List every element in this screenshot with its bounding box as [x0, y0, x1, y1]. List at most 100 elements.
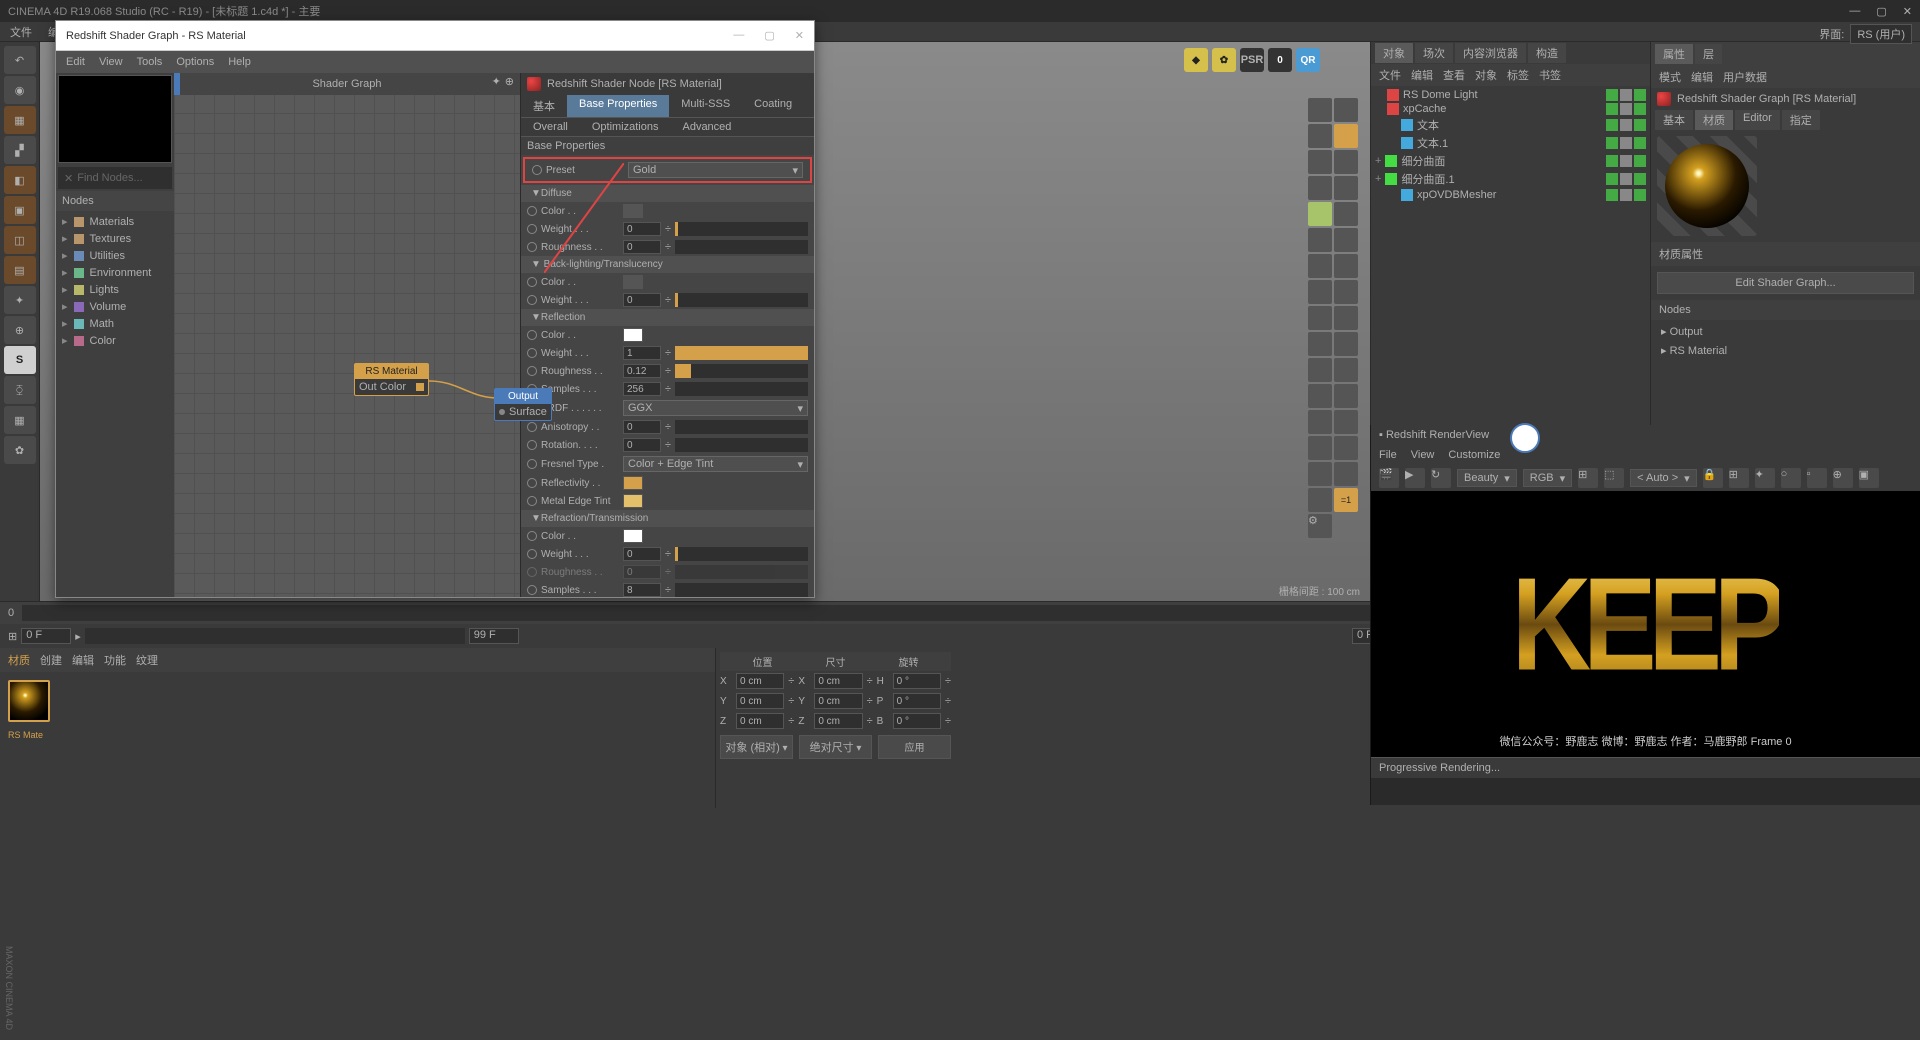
object-tree-item[interactable]: +细分曲面 — [1375, 152, 1646, 170]
object-tree-item[interactable]: 文本.1 — [1375, 134, 1646, 152]
vp-icon-2[interactable]: ✿ — [1212, 48, 1236, 72]
edge-tool[interactable]: ◫ — [4, 226, 36, 254]
minimize-icon[interactable]: — — [733, 29, 744, 42]
attr-menu-edit[interactable]: 编辑 — [1691, 69, 1713, 85]
paint-tool[interactable]: ✿ — [4, 436, 36, 464]
mesh-tool[interactable]: ◧ — [4, 166, 36, 194]
magnet-tool[interactable]: ⧲ — [4, 376, 36, 404]
vp-icon-1[interactable]: ◆ — [1184, 48, 1208, 72]
node-category[interactable]: ▸Lights — [62, 281, 168, 298]
shader-menu-view[interactable]: View — [99, 56, 123, 68]
ptab-basic[interactable]: 基本 — [521, 95, 567, 117]
layout-dropdown[interactable]: RS (用户) — [1850, 24, 1912, 44]
tab-takes[interactable]: 场次 — [1415, 43, 1453, 63]
node-category[interactable]: ▸Utilities — [62, 247, 168, 264]
ptab-multi-sss[interactable]: Multi-SSS — [669, 95, 742, 117]
obj-menu-obj[interactable]: 对象 — [1475, 67, 1497, 83]
node-category[interactable]: ▸Materials — [62, 213, 168, 230]
tab-layers[interactable]: 层 — [1695, 44, 1722, 64]
render-viewport[interactable]: KEEP 微信公众号：野鹿志 微博：野鹿志 作者：马鹿野郎 Frame 0 — [1371, 491, 1920, 757]
shader-menu-tools[interactable]: Tools — [137, 56, 163, 68]
node-rs-material[interactable]: RS Material Out Color — [354, 363, 429, 396]
maximize-icon[interactable]: ▢ — [1876, 5, 1886, 18]
diffuse-color[interactable] — [623, 204, 643, 218]
attr-tab-assign[interactable]: 指定 — [1782, 110, 1820, 130]
tab-attributes[interactable]: 属性 — [1655, 44, 1693, 64]
preset-dropdown[interactable]: Gold▾ — [628, 162, 803, 178]
coord-mode-dropdown[interactable]: 对象 (相对) ▾ — [720, 735, 793, 759]
undo-tool[interactable]: ↶ — [4, 46, 36, 74]
poly-tool[interactable]: ▣ — [4, 196, 36, 224]
render-refresh-button[interactable]: ↻ — [1431, 468, 1451, 488]
grid-tool[interactable]: ▦ — [4, 406, 36, 434]
checker-tool[interactable]: ▞ — [4, 136, 36, 164]
subtab-optimizations[interactable]: Optimizations — [580, 118, 671, 136]
qr-icon[interactable]: QR — [1296, 48, 1320, 72]
obj-menu-bookmarks[interactable]: 书签 — [1539, 67, 1561, 83]
edit-shader-graph-button[interactable]: Edit Shader Graph... — [1657, 272, 1914, 294]
render-play-button[interactable]: ▶ — [1405, 468, 1425, 488]
mat-function[interactable]: 功能 — [104, 652, 126, 668]
psr-icon[interactable]: PSR — [1240, 48, 1264, 72]
refl-color[interactable] — [623, 328, 643, 342]
node-category[interactable]: ▸Math — [62, 315, 168, 332]
snap-tool[interactable]: S — [4, 346, 36, 374]
size-mode-dropdown[interactable]: 绝对尺寸 ▾ — [799, 735, 872, 759]
apply-button[interactable]: 应用 — [878, 735, 951, 759]
channel-dropdown[interactable]: RGB▾ — [1523, 469, 1572, 487]
obj-menu-view[interactable]: 查看 — [1443, 67, 1465, 83]
shader-menu-edit[interactable]: Edit — [66, 56, 85, 68]
aov-dropdown[interactable]: Beauty▾ — [1457, 469, 1517, 487]
cube-tool[interactable]: ▦ — [4, 106, 36, 134]
obj-menu-tags[interactable]: 标签 — [1507, 67, 1529, 83]
close-icon[interactable]: ✕ — [1903, 5, 1912, 18]
brdf-dropdown[interactable]: GGX▾ — [623, 400, 808, 416]
tab-structure[interactable]: 构造 — [1528, 43, 1566, 63]
preset-radio[interactable] — [532, 165, 542, 175]
mat-edit[interactable]: 编辑 — [72, 652, 94, 668]
auto-dropdown[interactable]: < Auto >▾ — [1630, 469, 1697, 487]
tab-browser[interactable]: 内容浏览器 — [1455, 43, 1526, 63]
attr-tab-editor[interactable]: Editor — [1735, 110, 1780, 130]
mat-create[interactable]: 创建 — [40, 652, 62, 668]
close-icon[interactable]: ✕ — [795, 29, 804, 42]
object-tree-item[interactable]: xpCache — [1375, 102, 1646, 116]
node-category[interactable]: ▸Color — [62, 332, 168, 349]
lock-icon[interactable]: 🔒 — [1703, 468, 1723, 488]
node-category[interactable]: ▸Textures — [62, 230, 168, 247]
node-category[interactable]: ▸Volume — [62, 298, 168, 315]
minimize-icon[interactable]: — — [1849, 5, 1860, 18]
obj-menu-file[interactable]: 文件 — [1379, 67, 1401, 83]
mat-tab[interactable]: 材质 — [8, 652, 30, 668]
maximize-icon[interactable]: ▢ — [764, 29, 774, 42]
shader-graph-canvas[interactable]: Shader Graph ✦⊕ RS Material Out Color Ou… — [174, 73, 520, 597]
subtab-overall[interactable]: Overall — [521, 118, 580, 136]
crop-icon[interactable]: ⬚ — [1604, 468, 1624, 488]
vp-tool[interactable] — [1308, 98, 1332, 122]
node-rs-material[interactable]: ▸ RS Material — [1657, 341, 1914, 360]
gear-icon[interactable]: ⚙ — [1308, 514, 1332, 538]
node-category[interactable]: ▸Environment — [62, 264, 168, 281]
shader-menu-options[interactable]: Options — [176, 56, 214, 68]
attr-menu-userdata[interactable]: 用户数据 — [1723, 69, 1767, 85]
vp-zero-icon[interactable]: 0 — [1268, 48, 1292, 72]
node-output[interactable]: ▸ Output — [1657, 322, 1914, 341]
mat-texture[interactable]: 纹理 — [136, 652, 158, 668]
attr-tab-material[interactable]: 材质 — [1695, 110, 1733, 130]
render-menu-view[interactable]: View — [1411, 449, 1435, 461]
sphere-tool[interactable]: ◉ — [4, 76, 36, 104]
attr-menu-mode[interactable]: 模式 — [1659, 69, 1681, 85]
render-clapperboard-icon[interactable]: 🎬 — [1379, 468, 1399, 488]
coord-tool[interactable]: ⊕ — [4, 316, 36, 344]
node-output[interactable]: Output Surface — [494, 388, 552, 421]
axis-tool[interactable]: ✦ — [4, 286, 36, 314]
obj-menu-edit[interactable]: 编辑 — [1411, 67, 1433, 83]
ptab-base-properties[interactable]: Base Properties — [567, 95, 669, 117]
tab-objects[interactable]: 对象 — [1375, 43, 1413, 63]
render-menu-customize[interactable]: Customize — [1448, 449, 1500, 461]
subtab-advanced[interactable]: Advanced — [670, 118, 743, 136]
start-frame[interactable]: 0 F — [21, 628, 71, 644]
menu-file[interactable]: 文件 — [10, 24, 32, 40]
object-tree-item[interactable]: +细分曲面.1 — [1375, 170, 1646, 188]
ptab-coating[interactable]: Coating — [742, 95, 804, 117]
